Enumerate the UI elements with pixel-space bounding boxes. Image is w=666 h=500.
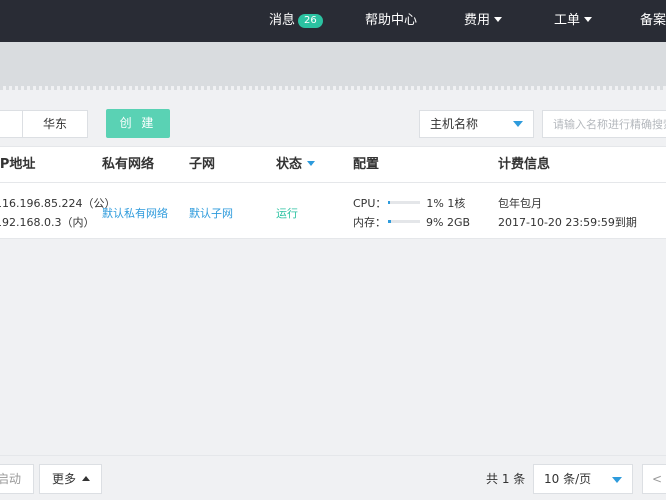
page-size-select[interactable]: 10 条/页 bbox=[533, 464, 633, 494]
memory-label: 内存： bbox=[353, 216, 386, 229]
billing-expiry: 2017-10-20 23:59:59到期 bbox=[498, 216, 637, 229]
table-row: 116.196.85.224（公） 192.168.0.3（内） 默认私有网络 … bbox=[0, 183, 666, 239]
vpc-link[interactable]: 默认私有网络 bbox=[102, 205, 168, 221]
nav-billing[interactable]: 费用 bbox=[464, 0, 503, 42]
nav-messages-label: 消息 bbox=[269, 13, 296, 28]
header-divider bbox=[0, 86, 666, 90]
table-header: IP地址 私有网络 子网 状态 配置 计费信息 bbox=[0, 146, 666, 183]
column-header-status[interactable]: 状态 bbox=[276, 147, 316, 183]
ip-public: 116.196.85.224（公） bbox=[0, 197, 116, 210]
previous-page-button[interactable]: < bbox=[642, 464, 666, 494]
memory-size: 2GB bbox=[446, 216, 471, 229]
chevron-up-icon bbox=[82, 476, 91, 481]
column-header-subnet: 子网 bbox=[189, 157, 216, 172]
chevron-down-icon bbox=[494, 17, 503, 22]
nav-messages[interactable]: 消息 26 bbox=[269, 0, 323, 42]
total-count: 共 1 条 bbox=[486, 472, 526, 486]
status-badge: 运行 bbox=[276, 207, 298, 220]
region-tab-east-china[interactable]: 华东 bbox=[22, 110, 88, 138]
more-actions-button[interactable]: 更多 bbox=[39, 464, 102, 494]
column-header-status-label: 状态 bbox=[276, 157, 303, 172]
cpu-usage-bar bbox=[388, 201, 421, 204]
nav-help-center[interactable]: 帮助中心 bbox=[365, 0, 417, 42]
create-button[interactable]: 创 建 bbox=[106, 109, 170, 138]
memory-percent: 9% bbox=[426, 216, 444, 229]
cpu-usage: CPU： 1% 1核 bbox=[353, 195, 465, 211]
chevron-down-icon bbox=[612, 477, 622, 483]
cpu-usage-fill bbox=[388, 201, 390, 204]
memory-usage: 内存： 9% 2GB bbox=[353, 214, 470, 230]
region-tab-previous[interactable] bbox=[0, 110, 23, 138]
subnet-link[interactable]: 默认子网 bbox=[189, 205, 233, 221]
search-field-selected: 主机名称 bbox=[430, 117, 479, 131]
search-input[interactable] bbox=[542, 110, 666, 138]
ip-private: 192.168.0.3（内） bbox=[0, 216, 95, 229]
start-button[interactable]: 启动 bbox=[0, 464, 34, 494]
nav-filing[interactable]: 备案 bbox=[640, 0, 666, 42]
top-navigation-bar: 消息 26 帮助中心 费用 工单 备案 bbox=[0, 0, 666, 42]
column-header-config: 配置 bbox=[353, 157, 380, 172]
cpu-percent: 1% bbox=[426, 197, 444, 210]
nav-ticket[interactable]: 工单 bbox=[554, 0, 593, 42]
chevron-down-icon bbox=[513, 121, 523, 127]
nav-billing-label: 费用 bbox=[464, 13, 491, 28]
column-header-billing: 计费信息 bbox=[498, 157, 551, 172]
cpu-cores: 1核 bbox=[447, 197, 466, 210]
column-header-ip: IP地址 bbox=[0, 157, 36, 172]
column-header-vpc: 私有网络 bbox=[102, 157, 155, 172]
page-size-value: 10 条/页 bbox=[544, 472, 592, 486]
page-header-band bbox=[0, 42, 666, 88]
filter-caret-icon[interactable] bbox=[307, 161, 316, 166]
messages-count-badge: 26 bbox=[298, 14, 323, 28]
chevron-down-icon bbox=[584, 17, 593, 22]
memory-usage-fill bbox=[388, 220, 391, 223]
more-actions-label: 更多 bbox=[52, 472, 77, 486]
cpu-label: CPU： bbox=[353, 197, 387, 210]
memory-usage-bar bbox=[388, 220, 420, 223]
billing-type: 包年包月 bbox=[498, 197, 542, 210]
nav-ticket-label: 工单 bbox=[554, 13, 581, 28]
search-field-select[interactable]: 主机名称 bbox=[419, 110, 534, 138]
chevron-left-icon: < bbox=[651, 472, 663, 486]
